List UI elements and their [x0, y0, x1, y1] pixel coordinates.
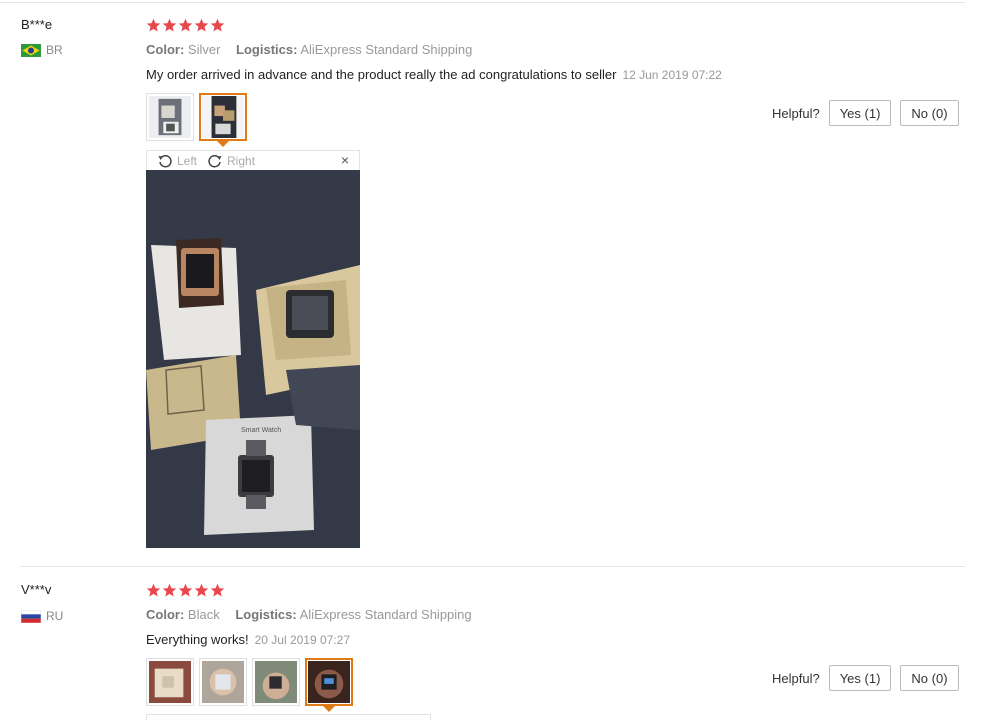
reviewer-country: BR: [21, 43, 63, 57]
star-icon: [210, 583, 225, 597]
rotate-right-label: Right: [227, 153, 256, 168]
review-divider: [20, 566, 965, 567]
logistics-value: AliExpress Standard Shipping: [300, 42, 473, 57]
helpful-label: Helpful?: [772, 105, 820, 121]
color-value: Silver: [187, 42, 221, 57]
review-text: My order arrived in advance and the prod…: [146, 67, 722, 82]
russia-flag-icon: [21, 609, 41, 623]
helpful-section: Helpful? Yes (1) No (0): [772, 100, 959, 126]
star-icon: [194, 18, 209, 32]
star-icon: [178, 18, 193, 32]
review-body: Everything works!: [146, 632, 249, 647]
color-label: Color:: [146, 42, 185, 57]
helpful-no-button[interactable]: No (0): [900, 665, 959, 691]
photo-viewer-toolbar: Left Right ×: [146, 150, 360, 170]
logistics-value: AliExpress Standard Shipping: [299, 607, 472, 622]
photo-viewer-toolbar: [146, 714, 431, 720]
enlarged-review-photo: Smart Watch: [146, 170, 360, 548]
helpful-section: Helpful? Yes (1) No (0): [772, 665, 959, 691]
country-code: BR: [46, 43, 63, 57]
helpful-no-button[interactable]: No (0): [900, 100, 959, 126]
star-icon: [194, 583, 209, 597]
country-code: RU: [46, 609, 64, 623]
order-info: Color: Black Logistics: AliExpress Stand…: [146, 607, 472, 622]
rotate-left-button[interactable]: Left: [157, 153, 197, 169]
star-icon: [146, 18, 161, 32]
close-icon[interactable]: ×: [341, 152, 349, 168]
review-photo-thumb[interactable]: [252, 658, 300, 706]
order-info: Color: Silver Logistics: AliExpress Stan…: [146, 42, 472, 57]
rotate-left-label: Left: [177, 153, 198, 168]
star-icon: [162, 583, 177, 597]
review-date: 20 Jul 2019 07:27: [254, 633, 351, 647]
review-photos: [146, 658, 353, 706]
star-rating: [146, 583, 225, 598]
watch-photo: [202, 96, 244, 138]
helpful-yes-button[interactable]: Yes (1): [828, 665, 892, 691]
star-icon: [162, 18, 177, 32]
watch-photo: [202, 661, 244, 703]
rotate-right-button[interactable]: Right: [207, 153, 255, 169]
rotate-left-icon: [158, 154, 172, 167]
star-icon: [146, 583, 161, 597]
reviewer-country: RU: [21, 609, 63, 623]
color-value: Black: [187, 607, 220, 622]
review-photo-thumb-active[interactable]: [305, 658, 353, 706]
watch-photo: [149, 96, 191, 138]
star-rating: [146, 18, 225, 33]
watch-photo: [149, 661, 191, 703]
review-text: Everything works! 20 Jul 2019 07:27: [146, 632, 350, 647]
reviewer-name: V***v: [21, 582, 52, 597]
top-divider: [0, 2, 965, 3]
rotate-right-icon: [208, 154, 222, 167]
watch-photo: [255, 661, 297, 703]
review-photo-thumb[interactable]: [146, 658, 194, 706]
logistics-label: Logistics:: [236, 42, 298, 57]
star-icon: [210, 18, 225, 32]
logistics-label: Logistics:: [235, 607, 297, 622]
review-photo-thumb[interactable]: [199, 658, 247, 706]
review-date: 12 Jun 2019 07:22: [622, 68, 722, 82]
svg-text:Smart Watch: Smart Watch: [241, 427, 281, 434]
reviewer-name: B***e: [21, 17, 53, 32]
star-icon: [178, 583, 193, 597]
helpful-label: Helpful?: [772, 670, 820, 686]
watch-photo: [308, 661, 350, 703]
brazil-flag-icon: [21, 43, 41, 57]
review-photo-thumb-active[interactable]: [199, 93, 247, 141]
review-photos: [146, 93, 247, 141]
review-photo-thumb[interactable]: [146, 93, 194, 141]
helpful-yes-button[interactable]: Yes (1): [828, 100, 892, 126]
color-label: Color:: [146, 607, 185, 622]
review-body: My order arrived in advance and the prod…: [146, 67, 617, 82]
